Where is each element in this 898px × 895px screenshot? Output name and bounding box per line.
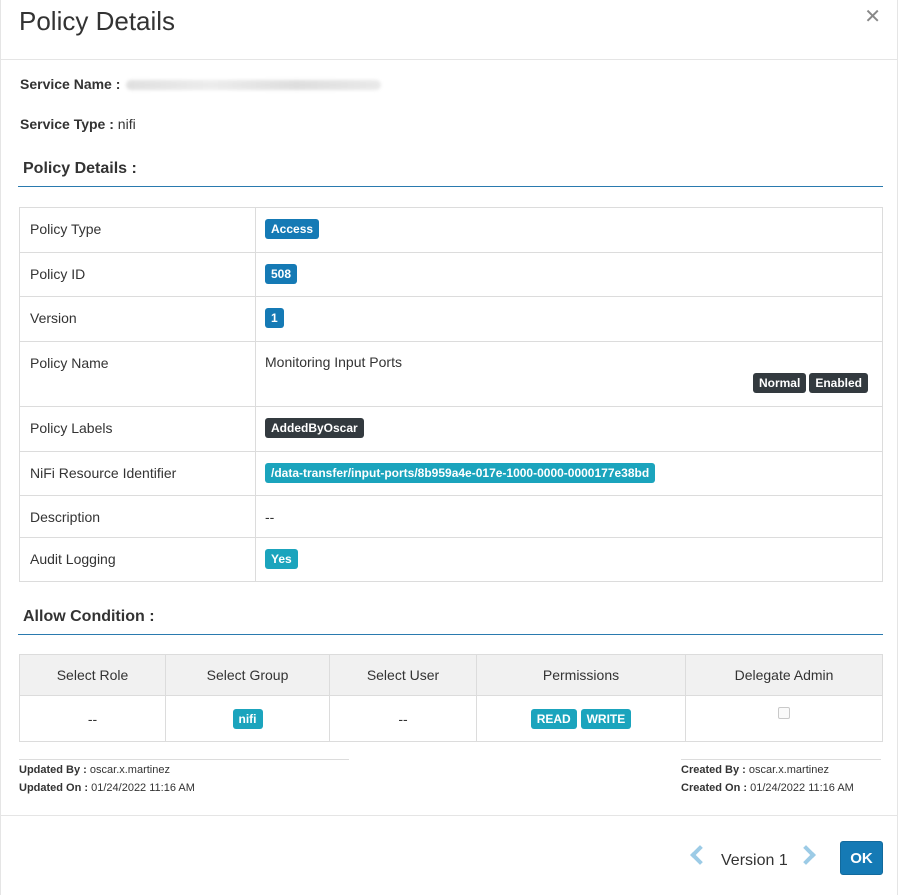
allow-condition-table: Select Role Select Group Select User Per… bbox=[19, 654, 883, 742]
created-on-value: 01/24/2022 11:16 AM bbox=[750, 782, 854, 794]
policy-label-badge: AddedByOscar bbox=[265, 418, 364, 438]
created-on-label: Created On : bbox=[681, 782, 748, 794]
chevron-left-icon[interactable] bbox=[690, 845, 710, 865]
audit-logging-badge: Yes bbox=[265, 549, 298, 569]
status-badge-enabled: Enabled bbox=[809, 373, 868, 393]
policy-details-dialog: Policy Details ✕ Service Name : Service … bbox=[0, 0, 898, 895]
table-row: Policy Type Access bbox=[19, 207, 883, 253]
resource-identifier-badge: /data-transfer/input-ports/8b959a4e-017e… bbox=[265, 463, 656, 483]
service-name-label: Service Name : bbox=[20, 76, 121, 92]
delegate-admin-checkbox[interactable] bbox=[778, 706, 790, 719]
service-type-value: nifi bbox=[117, 116, 136, 132]
dialog-title: Policy Details bbox=[19, 6, 176, 36]
table-row: Audit Logging Yes bbox=[19, 537, 883, 582]
permission-badge-write: WRITE bbox=[580, 708, 632, 729]
col-select-role: Select Role bbox=[19, 654, 166, 696]
policy-id-badge: 508 bbox=[265, 264, 298, 284]
created-by-label: Created By : bbox=[681, 764, 746, 776]
version-indicator: Version 1 bbox=[721, 852, 788, 869]
policy-id-label: Policy ID bbox=[19, 252, 256, 297]
service-name-value bbox=[126, 80, 382, 91]
policy-labels-label: Policy Labels bbox=[19, 406, 256, 452]
status-badge-normal: Normal bbox=[752, 373, 807, 393]
created-info: Created By : oscar.x.martinez Created On… bbox=[681, 759, 881, 797]
role-value: -- bbox=[19, 695, 166, 742]
updated-on-label: Updated On : bbox=[19, 782, 89, 794]
resource-identifier-label: NiFi Resource Identifier bbox=[19, 451, 256, 496]
dialog-header: Policy Details ✕ bbox=[1, 0, 897, 60]
dialog-footer: Version 1 OK bbox=[1, 815, 898, 895]
ok-button[interactable]: OK bbox=[840, 841, 883, 875]
table-row: Policy ID 508 bbox=[19, 252, 883, 297]
audit-logging-label: Audit Logging bbox=[19, 537, 256, 582]
policy-name-label: Policy Name bbox=[19, 341, 256, 407]
col-select-group: Select Group bbox=[165, 654, 330, 696]
policy-name-value: Monitoring Input Ports bbox=[265, 354, 402, 370]
policy-type-label: Policy Type bbox=[19, 207, 256, 253]
table-row: Policy Name Monitoring Input Ports Norma… bbox=[19, 341, 883, 407]
close-icon[interactable]: ✕ bbox=[864, 4, 881, 29]
service-name-line: Service Name : bbox=[20, 76, 382, 92]
col-delegate-admin: Delegate Admin bbox=[685, 654, 883, 696]
version-badge: 1 bbox=[265, 308, 284, 328]
col-select-user: Select User bbox=[329, 654, 477, 696]
user-value: -- bbox=[329, 695, 477, 742]
table-row: -- nifi -- READ WRITE bbox=[19, 695, 883, 742]
updated-by-value: oscar.x.martinez bbox=[89, 764, 170, 776]
updated-on-value: 01/24/2022 11:16 AM bbox=[91, 782, 195, 794]
service-type-label: Service Type : bbox=[20, 116, 114, 132]
policy-type-badge: Access bbox=[265, 219, 320, 239]
table-row: Policy Labels AddedByOscar bbox=[19, 406, 883, 452]
updated-by-label: Updated By : bbox=[19, 764, 87, 776]
table-row: Version 1 bbox=[19, 296, 883, 342]
created-by-value: oscar.x.martinez bbox=[748, 764, 829, 776]
allow-condition-heading: Allow Condition : bbox=[18, 608, 883, 635]
updated-info: Updated By : oscar.x.martinez Updated On… bbox=[19, 759, 349, 797]
chevron-right-icon[interactable] bbox=[796, 845, 816, 865]
description-label: Description bbox=[19, 495, 256, 538]
description-value: -- bbox=[255, 495, 883, 538]
col-permissions: Permissions bbox=[476, 654, 686, 696]
table-row: Description -- bbox=[19, 495, 883, 538]
permission-badge-read: READ bbox=[530, 708, 577, 729]
service-type-line: Service Type : nifi bbox=[20, 116, 136, 132]
version-label: Version bbox=[19, 296, 256, 342]
table-row: NiFi Resource Identifier /data-transfer/… bbox=[19, 451, 883, 496]
group-badge: nifi bbox=[232, 708, 263, 729]
table-header-row: Select Role Select Group Select User Per… bbox=[19, 654, 883, 696]
policy-details-heading: Policy Details : bbox=[18, 160, 883, 187]
policy-details-table: Policy Type Access Policy ID 508 Version… bbox=[19, 207, 883, 582]
status-badges: Normal Enabled bbox=[750, 373, 868, 393]
